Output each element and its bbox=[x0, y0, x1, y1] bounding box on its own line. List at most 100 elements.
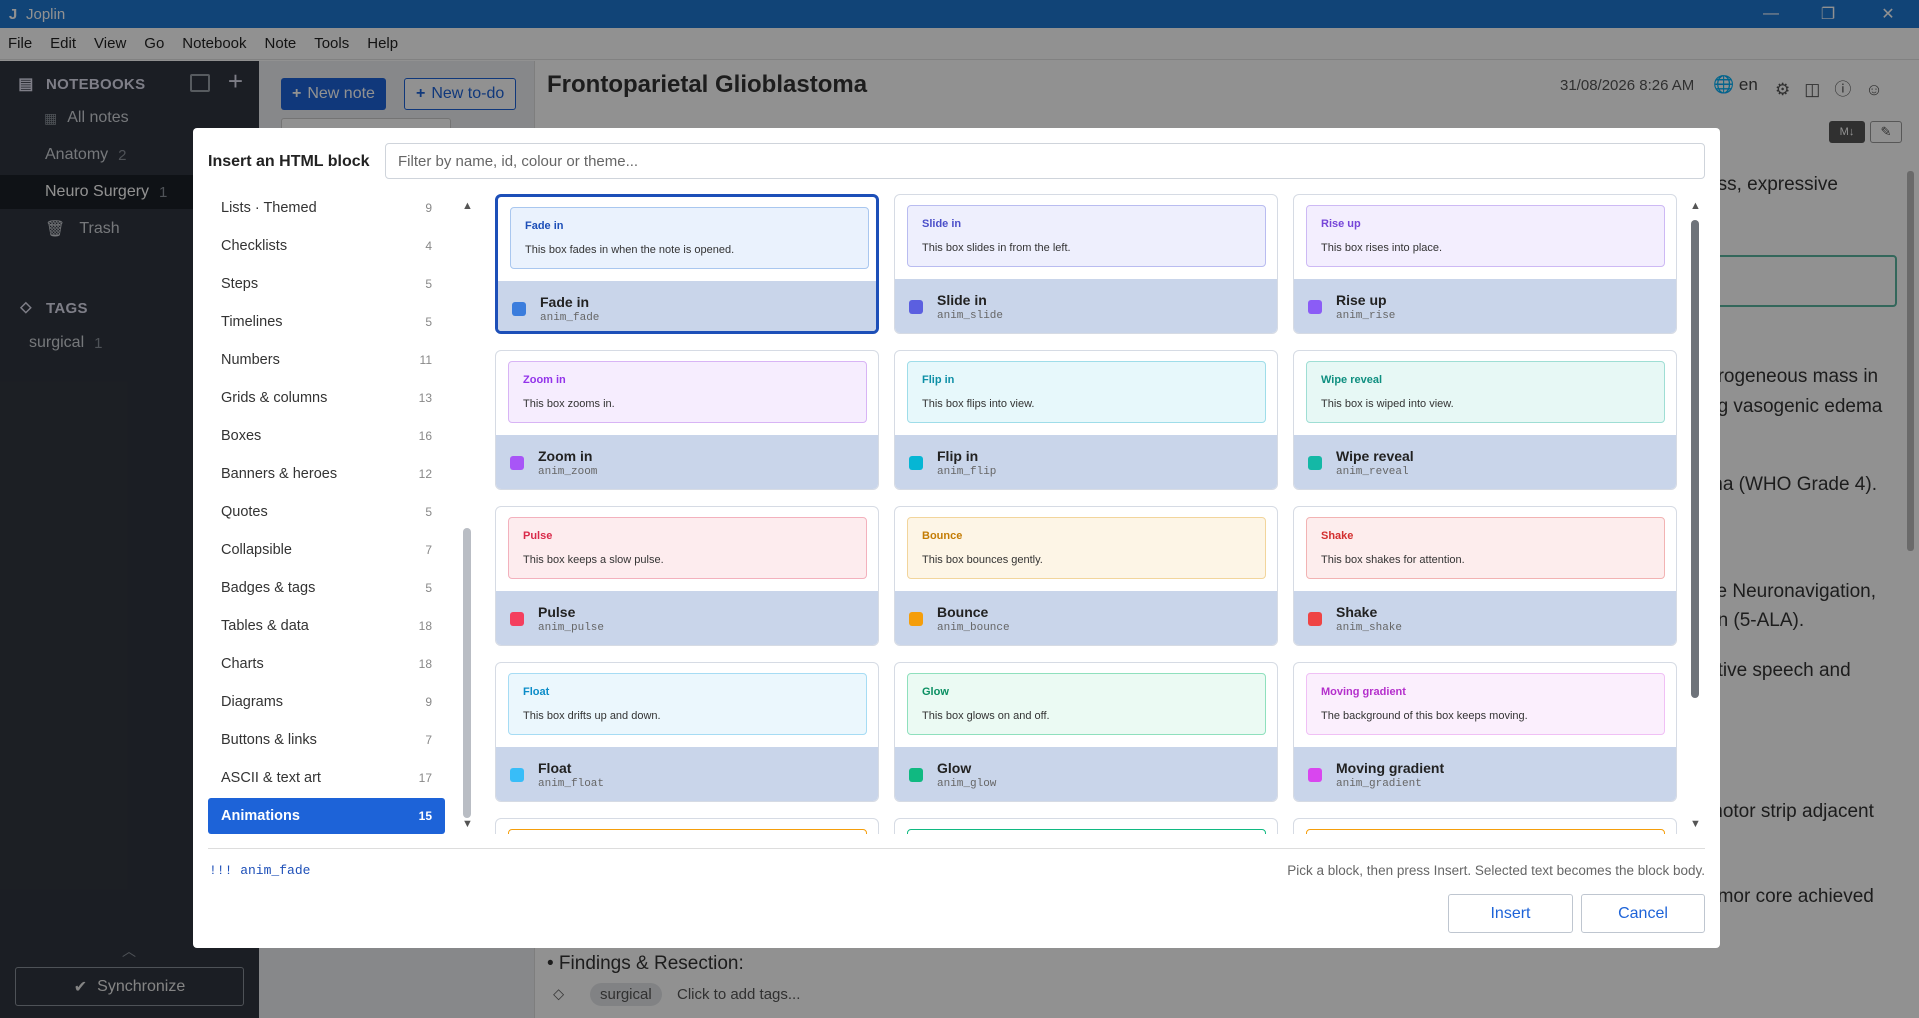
preview-text: The background of this box keeps moving. bbox=[1321, 710, 1528, 722]
block-card-anim-zoom[interactable]: Zoom in This box zooms in. Zoom in anim_zoo… bbox=[495, 350, 879, 490]
category-item[interactable]: Checklists 4 bbox=[208, 228, 445, 264]
divider bbox=[208, 848, 1705, 849]
preview-title: Slide in bbox=[922, 218, 962, 230]
card-preview: Slide in This box slides in from the left… bbox=[907, 205, 1266, 267]
block-card-anim-reveal[interactable]: Wipe reveal This box is wiped into view. W… bbox=[1293, 350, 1677, 490]
insert-button[interactable]: Insert bbox=[1448, 894, 1573, 933]
preview-text: This box slides in from the left. bbox=[922, 242, 1071, 254]
block-card-anim-rise[interactable]: Rise up This box rises into place. Rise up… bbox=[1293, 194, 1677, 334]
card-id: anim_gradient bbox=[1336, 778, 1422, 790]
category-item[interactable]: ASCII & text art 17 bbox=[208, 760, 445, 796]
card-footer: Pulse anim_pulse bbox=[496, 591, 878, 645]
category-item[interactable]: Timelines 5 bbox=[208, 304, 445, 340]
card-footer: Rise up anim_rise bbox=[1294, 279, 1676, 333]
color-swatch bbox=[909, 456, 923, 470]
card-id: anim_flip bbox=[937, 466, 997, 478]
category-item[interactable]: Tables & data 18 bbox=[208, 608, 445, 644]
category-list: Lists · Themed 9 Checklists 4 Steps 5 Timel… bbox=[208, 190, 448, 834]
category-item[interactable]: Quotes 5 bbox=[208, 494, 445, 530]
card-preview: Fade in This box fades in when the note i… bbox=[510, 207, 869, 269]
card-id: anim_slide bbox=[937, 310, 1004, 322]
card-preview: Shake This box shakes for attention. bbox=[1306, 517, 1665, 579]
category-item[interactable]: Numbers 11 bbox=[208, 342, 445, 378]
color-swatch bbox=[909, 612, 923, 626]
color-swatch bbox=[909, 768, 923, 782]
scroll-down-icon[interactable]: ▼ bbox=[462, 818, 473, 830]
card-name: Pulse bbox=[538, 604, 576, 620]
block-card-anim-slide[interactable]: Slide in This box slides in from the left… bbox=[894, 194, 1278, 334]
color-swatch bbox=[1308, 612, 1322, 626]
block-card-anim-pulse[interactable]: Pulse This box keeps a slow pulse. Pulse an… bbox=[495, 506, 879, 646]
block-card-anim-fade[interactable]: Fade in This box fades in when the note i… bbox=[495, 194, 879, 334]
scroll-up-icon[interactable]: ▲ bbox=[462, 200, 473, 212]
preview-title: Glow bbox=[922, 686, 949, 698]
card-id: anim_shake bbox=[1336, 622, 1403, 634]
preview-text: This box is wiped into view. bbox=[1321, 398, 1454, 410]
block-card-partial[interactable] bbox=[1293, 818, 1677, 834]
scroll-down-icon[interactable]: ▼ bbox=[1690, 818, 1701, 830]
card-preview bbox=[508, 829, 867, 834]
category-item[interactable]: Charts 18 bbox=[208, 646, 445, 682]
color-swatch bbox=[510, 456, 524, 470]
category-item[interactable]: Boxes 16 bbox=[208, 418, 445, 454]
card-preview: Flip in This box flips into view. bbox=[907, 361, 1266, 423]
card-name: Glow bbox=[937, 760, 972, 776]
block-grid-scrollbar[interactable] bbox=[1691, 220, 1699, 698]
preview-title: Flip in bbox=[922, 374, 955, 386]
category-item[interactable]: Banners & heroes 12 bbox=[208, 456, 445, 492]
hint-text: Pick a block, then press Insert. Selecte… bbox=[1287, 863, 1705, 878]
preview-title: Float bbox=[523, 686, 550, 698]
category-item[interactable]: Grids & columns 13 bbox=[208, 380, 445, 416]
category-item[interactable]: Lists · Themed 9 bbox=[208, 190, 445, 226]
color-swatch bbox=[512, 302, 526, 316]
category-item[interactable]: Diagrams 9 bbox=[208, 684, 445, 720]
card-preview: Moving gradient The background of this bo… bbox=[1306, 673, 1665, 735]
card-name: Flip in bbox=[937, 448, 979, 464]
preview-text: This box shakes for attention. bbox=[1321, 554, 1465, 566]
category-item-selected[interactable]: Animations 15 bbox=[208, 798, 445, 834]
preview-text: This box zooms in. bbox=[523, 398, 615, 410]
block-card-anim-gradient[interactable]: Moving gradient The background of this bo… bbox=[1293, 662, 1677, 802]
card-footer: Bounce anim_bounce bbox=[895, 591, 1277, 645]
card-name: Shake bbox=[1336, 604, 1378, 620]
block-card-anim-glow[interactable]: Glow This box glows on and off. Glow anim_g… bbox=[894, 662, 1278, 802]
block-card-partial[interactable] bbox=[894, 818, 1278, 834]
preview-title: Rise up bbox=[1321, 218, 1361, 230]
preview-text: This box keeps a slow pulse. bbox=[523, 554, 664, 566]
card-name: Slide in bbox=[937, 292, 987, 308]
preview-title: Wipe reveal bbox=[1321, 374, 1383, 386]
category-item[interactable]: Collapsible 7 bbox=[208, 532, 445, 568]
card-id: anim_fade bbox=[540, 312, 600, 324]
block-card-anim-flip[interactable]: Flip in This box flips into view. Flip in a… bbox=[894, 350, 1278, 490]
color-swatch bbox=[909, 300, 923, 314]
block-card-partial[interactable] bbox=[495, 818, 879, 834]
preview-title: Fade in bbox=[525, 220, 564, 232]
card-footer: Shake anim_shake bbox=[1294, 591, 1676, 645]
card-preview: Float This box drifts up and down. bbox=[508, 673, 867, 735]
card-footer: Flip in anim_flip bbox=[895, 435, 1277, 489]
scroll-up-icon[interactable]: ▲ bbox=[1690, 200, 1701, 212]
color-swatch bbox=[510, 612, 524, 626]
block-card-anim-float[interactable]: Float This box drifts up and down. Float an… bbox=[495, 662, 879, 802]
card-footer: Moving gradient anim_gradient bbox=[1294, 747, 1676, 801]
category-item[interactable]: Steps 5 bbox=[208, 266, 445, 302]
card-footer: Slide in anim_slide bbox=[895, 279, 1277, 333]
card-preview: Pulse This box keeps a slow pulse. bbox=[508, 517, 867, 579]
category-item[interactable]: Badges & tags 5 bbox=[208, 570, 445, 606]
card-id: anim_reveal bbox=[1336, 466, 1409, 478]
preview-title: Bounce bbox=[922, 530, 963, 542]
card-preview: Zoom in This box zooms in. bbox=[508, 361, 867, 423]
block-card-anim-bounce[interactable]: Bounce This box bounces gently. Bounce anim… bbox=[894, 506, 1278, 646]
card-id: anim_zoom bbox=[538, 466, 598, 478]
card-id: anim_float bbox=[538, 778, 605, 790]
cancel-button[interactable]: Cancel bbox=[1581, 894, 1705, 933]
preview-title: Pulse bbox=[523, 530, 553, 542]
color-swatch bbox=[1308, 768, 1322, 782]
category-item[interactable]: Buttons & links 7 bbox=[208, 722, 445, 758]
filter-input[interactable] bbox=[385, 143, 1705, 179]
card-preview: Wipe reveal This box is wiped into view. bbox=[1306, 361, 1665, 423]
category-scrollbar[interactable] bbox=[463, 528, 471, 818]
preview-text: This box flips into view. bbox=[922, 398, 1035, 410]
block-card-anim-shake[interactable]: Shake This box shakes for attention. Shake… bbox=[1293, 506, 1677, 646]
preview-title: Moving gradient bbox=[1321, 686, 1406, 698]
